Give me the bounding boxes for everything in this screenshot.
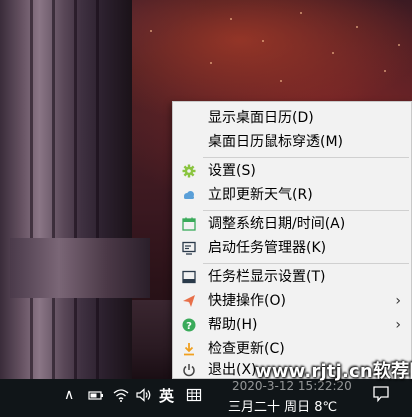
menu-item-label: 任务栏显示设置(T) — [208, 269, 326, 285]
svg-text:?: ? — [186, 321, 192, 332]
menu-item-label: 立即更新天气(R) — [208, 187, 313, 203]
menu-item-label: 快捷操作(O) — [208, 293, 286, 309]
context-menu: 显示桌面日历(D) 桌面日历鼠标穿透(M) 设置(S) 立即更新天气(R) 调整… — [172, 101, 412, 379]
menu-item-show-desktop-calendar[interactable]: 显示桌面日历(D) — [173, 106, 411, 130]
download-icon — [182, 342, 196, 356]
notification-icon[interactable] — [372, 385, 390, 407]
taskbar-icon — [182, 270, 196, 284]
menu-item-label: 显示桌面日历(D) — [208, 110, 314, 126]
clock-lunar-date-weather[interactable]: 三月二十 周日 8℃ — [228, 396, 337, 415]
menu-item-mouse-passthrough[interactable]: 桌面日历鼠标穿透(M) — [173, 130, 411, 154]
menu-item-task-manager[interactable]: 启动任务管理器(K) — [173, 236, 411, 260]
menu-item-adjust-datetime[interactable]: 调整系统日期/时间(A) — [173, 212, 411, 236]
wifi-icon[interactable] — [113, 387, 129, 406]
calendar-icon — [182, 217, 196, 231]
show-hidden-icons-chevron[interactable]: ∧ — [64, 387, 74, 403]
menu-item-label: 桌面日历鼠标穿透(M) — [208, 134, 344, 150]
menu-item-label: 设置(S) — [208, 163, 256, 179]
cloud-icon — [182, 188, 196, 202]
menu-item-label: 帮助(H) — [208, 317, 258, 333]
menu-separator — [203, 210, 409, 211]
power-icon — [182, 363, 196, 377]
menu-item-label: 退出(X) — [208, 362, 257, 378]
site-watermark: www.rjtj.cn软荐网 — [255, 361, 412, 382]
menu-item-update-weather[interactable]: 立即更新天气(R) — [173, 183, 411, 207]
menu-item-label: 调整系统日期/时间(A) — [208, 216, 346, 232]
menu-item-help[interactable]: ? 帮助(H) › — [173, 313, 411, 337]
ime-keyboard-icon[interactable] — [186, 387, 202, 406]
menu-item-taskbar-display-settings[interactable]: 任务栏显示设置(T) — [173, 265, 411, 289]
menu-separator — [203, 157, 409, 158]
menu-separator — [203, 263, 409, 264]
taskbar: ∧ 英 2020-3-12 15:22:20 三月二十 周日 8℃ — [0, 379, 412, 417]
volume-icon[interactable] — [136, 387, 152, 406]
chevron-right-icon: › — [395, 293, 401, 309]
menu-item-quick-actions[interactable]: 快捷操作(O) › — [173, 289, 411, 313]
chevron-right-icon: › — [395, 317, 401, 333]
ime-language-indicator[interactable]: 英 — [159, 385, 174, 406]
menu-item-label: 检查更新(C) — [208, 341, 285, 357]
menu-item-label: 启动任务管理器(K) — [208, 240, 327, 256]
menu-item-settings[interactable]: 设置(S) — [173, 159, 411, 183]
monitor-icon — [182, 241, 196, 255]
battery-icon[interactable] — [88, 387, 104, 406]
paper-plane-icon — [182, 294, 196, 308]
gear-icon — [182, 164, 196, 178]
help-icon: ? — [182, 318, 196, 332]
